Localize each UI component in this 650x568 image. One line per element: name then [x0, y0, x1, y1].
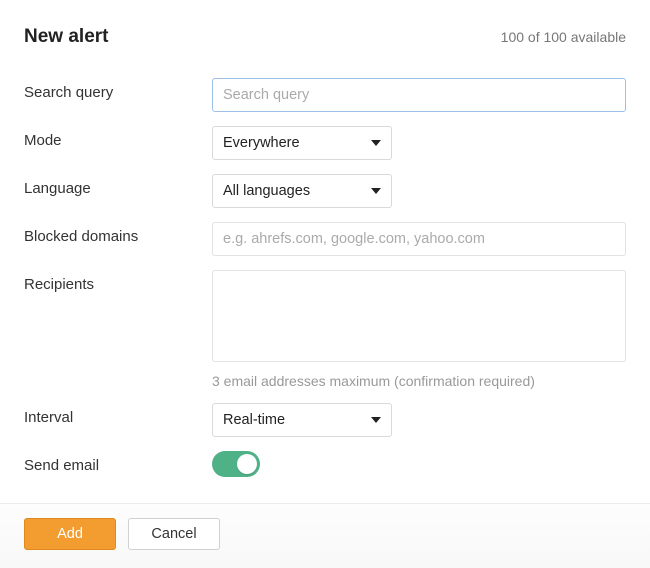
- row-language: Language All languages: [24, 174, 626, 208]
- chevron-down-icon: [371, 188, 381, 194]
- label-interval: Interval: [24, 403, 212, 426]
- label-send-email: Send email: [24, 451, 212, 474]
- recipients-hint: 3 email addresses maximum (confirmation …: [212, 373, 626, 389]
- label-mode: Mode: [24, 126, 212, 149]
- dialog-title: New alert: [24, 26, 108, 48]
- label-recipients: Recipients: [24, 270, 212, 293]
- chevron-down-icon: [371, 140, 381, 146]
- recipients-textarea[interactable]: [212, 270, 626, 362]
- send-email-toggle[interactable]: [212, 451, 260, 477]
- row-mode: Mode Everywhere: [24, 126, 626, 160]
- label-language: Language: [24, 174, 212, 197]
- new-alert-dialog: New alert 100 of 100 available Search qu…: [0, 0, 650, 568]
- language-selected-value: All languages: [223, 183, 363, 199]
- available-count: 100 of 100 available: [501, 29, 626, 45]
- mode-select[interactable]: Everywhere: [212, 126, 392, 160]
- language-select[interactable]: All languages: [212, 174, 392, 208]
- dialog-body: Search query Mode Everywhere Language Al…: [0, 58, 650, 477]
- row-blocked-domains: Blocked domains: [24, 222, 626, 256]
- chevron-down-icon: [371, 417, 381, 423]
- dialog-footer: Add Cancel: [0, 503, 650, 568]
- toggle-knob: [237, 454, 257, 474]
- row-interval: Interval Real-time: [24, 403, 626, 437]
- search-query-input[interactable]: [212, 78, 626, 112]
- cancel-button[interactable]: Cancel: [128, 518, 220, 550]
- row-send-email: Send email: [24, 451, 626, 477]
- interval-selected-value: Real-time: [223, 412, 363, 428]
- mode-selected-value: Everywhere: [223, 135, 363, 151]
- label-search-query: Search query: [24, 78, 212, 101]
- interval-select[interactable]: Real-time: [212, 403, 392, 437]
- row-recipients: Recipients 3 email addresses maximum (co…: [24, 270, 626, 389]
- label-blocked-domains: Blocked domains: [24, 222, 212, 245]
- add-button[interactable]: Add: [24, 518, 116, 550]
- dialog-header: New alert 100 of 100 available: [0, 0, 650, 58]
- row-search-query: Search query: [24, 78, 626, 112]
- blocked-domains-input[interactable]: [212, 222, 626, 256]
